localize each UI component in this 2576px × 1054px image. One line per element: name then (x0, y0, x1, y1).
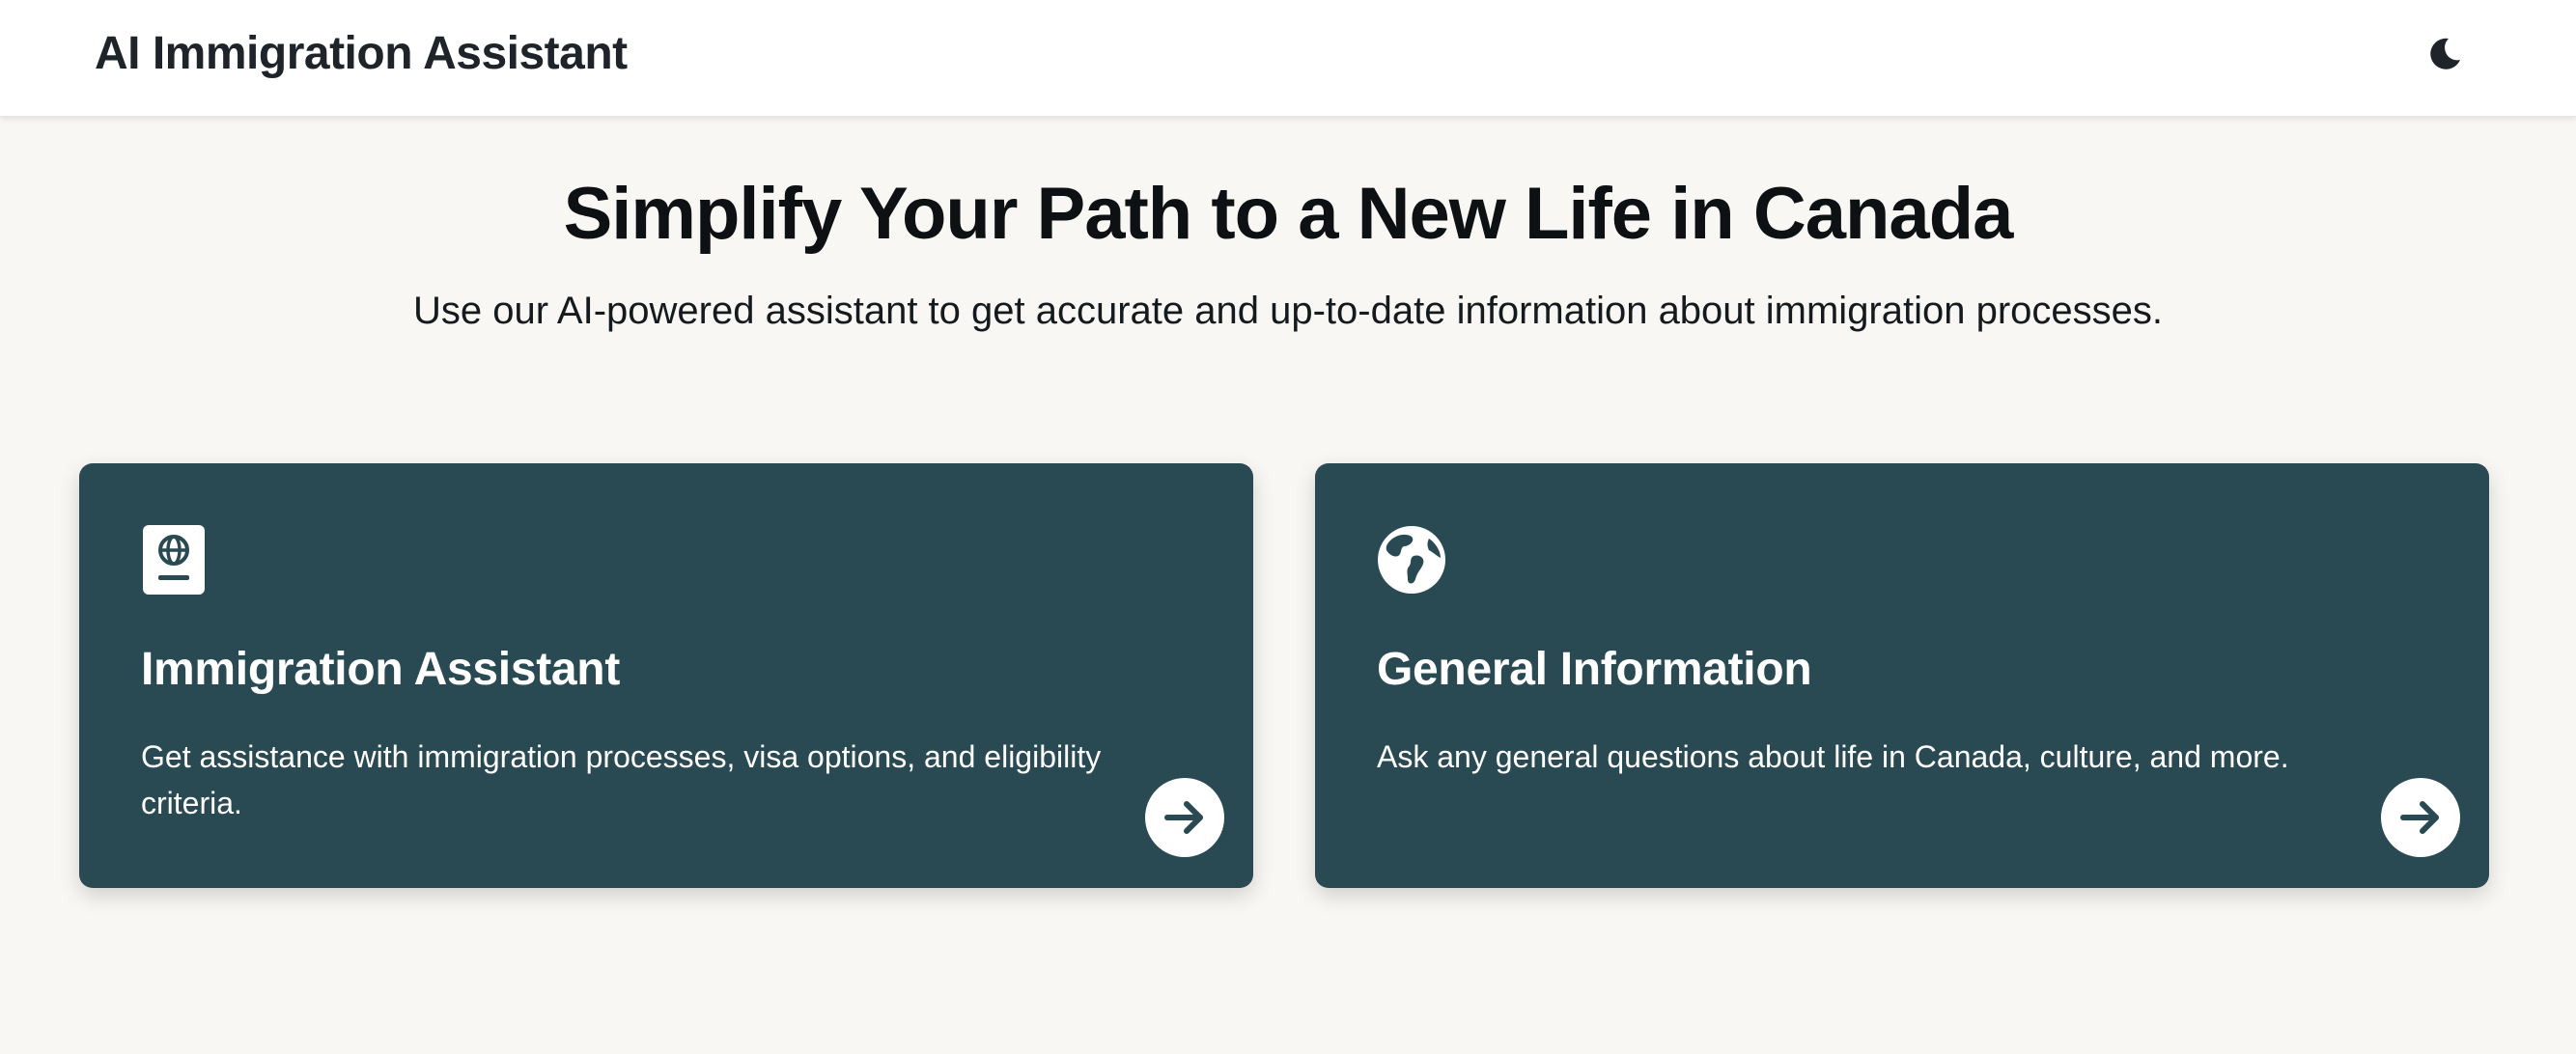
globe-icon (1378, 526, 1445, 594)
card-description: Get assistance with immigration processe… (141, 739, 1102, 820)
theme-toggle-button[interactable] (2422, 31, 2468, 77)
open-immigration-assistant-button[interactable] (1145, 778, 1224, 857)
immigration-assistant-card[interactable]: Immigration Assistant Get assistance wit… (79, 463, 1253, 888)
arrow-right-icon (2400, 801, 2439, 834)
card-title: General Information (1377, 644, 1812, 695)
hero-title: Simplify Your Path to a New Life in Cana… (563, 173, 2014, 255)
top-nav-bar: AI Immigration Assistant (0, 0, 2576, 117)
card-title: Immigration Assistant (141, 644, 621, 695)
app-title[interactable]: AI Immigration Assistant (95, 27, 628, 80)
card-description: Ask any general questions about life in … (1377, 739, 2289, 774)
open-general-information-button[interactable] (2381, 778, 2460, 857)
passport-icon (143, 525, 205, 595)
general-information-card[interactable]: General Information Ask any general ques… (1315, 463, 2489, 888)
arrow-right-icon (1164, 801, 1203, 834)
moon-icon (2430, 38, 2460, 69)
hero-subtitle: Use our AI-powered assistant to get accu… (412, 290, 2164, 332)
